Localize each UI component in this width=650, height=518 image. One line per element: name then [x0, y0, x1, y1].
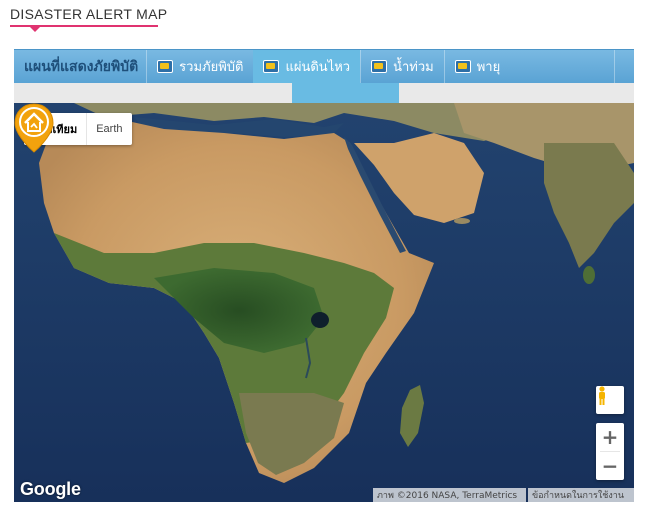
section-title: DISASTER ALERT MAP	[10, 6, 168, 22]
pegman-icon	[599, 386, 605, 405]
map-attribution: ภาพ ©2016 NASA, TerraMetrics	[373, 488, 526, 502]
zoom-control: + −	[596, 423, 624, 480]
tab-spacer	[510, 50, 614, 83]
tab-label: รวมภัยพิบัติ	[179, 60, 244, 75]
zoom-out-button[interactable]: −	[596, 452, 624, 480]
tab-label: พายุ	[476, 60, 501, 75]
map-flag-icon	[263, 60, 280, 73]
tab-all-disasters[interactable]: รวมภัยพิบัติ	[146, 50, 253, 83]
tab-flood[interactable]: น้ำท่วม	[360, 50, 444, 83]
tab-end-divider	[614, 50, 634, 83]
tab-sub-bar	[14, 83, 634, 103]
map-title: แผนที่แสดงภัยพิบัติ	[24, 58, 139, 75]
satellite-map[interactable]: ดาวเทียม Earth + − Google ภาพ ©2016 NASA…	[14, 103, 634, 502]
google-logo: Google	[20, 479, 81, 499]
earthquake-house-icon[interactable]	[14, 103, 54, 153]
title-pointer	[30, 27, 40, 32]
tab-earthquake[interactable]: แผ่นดินไหว	[253, 50, 361, 83]
disaster-tab-bar: แผนที่แสดงภัยพิบัติ รวมภัยพิบัติ แผ่นดิน…	[14, 49, 634, 83]
section-heading: DISASTER ALERT MAP	[10, 4, 168, 32]
tab-storm[interactable]: พายุ	[443, 50, 511, 83]
street-view-pegman-button[interactable]	[596, 386, 624, 414]
zoom-in-button[interactable]: +	[596, 423, 624, 451]
tab-label: น้ำท่วม	[393, 60, 434, 75]
terms-of-use-link[interactable]: ข้อกำหนดในการใช้งาน	[528, 488, 634, 502]
map-flag-icon	[157, 60, 174, 73]
map-flag-icon	[454, 60, 471, 73]
earth-button[interactable]: Earth	[86, 113, 131, 145]
active-tab-indicator	[292, 83, 399, 103]
map-flag-icon	[371, 60, 388, 73]
tab-label: แผ่นดินไหว	[285, 60, 351, 75]
satellite-imagery	[14, 103, 634, 502]
